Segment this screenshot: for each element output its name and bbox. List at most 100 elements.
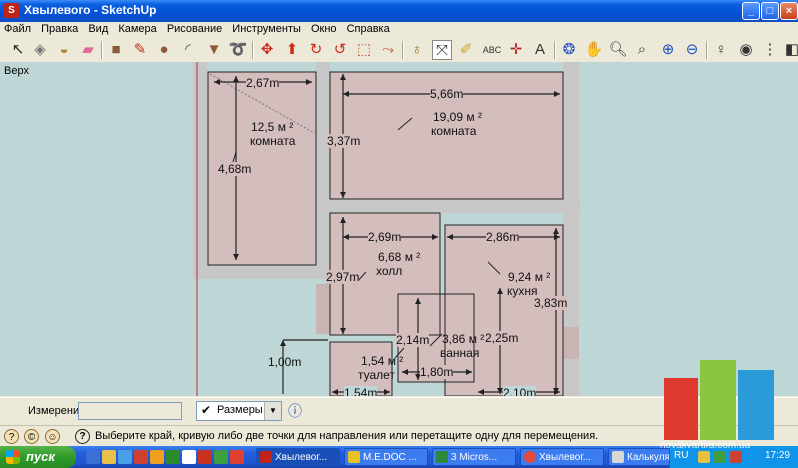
menu-view[interactable]: Вид xyxy=(84,22,111,35)
quicklaunch-icon[interactable] xyxy=(182,450,196,464)
main-toolbar: ↖ ◈ ◒ ▰ ■ ✎ ● ◜ ▼ ➰ ✥ ⬆ ↻ ↺ ⬚ ⤳ ♁ ⤧ ✐ AB… xyxy=(0,38,798,63)
geolocation-icon[interactable]: ? xyxy=(4,429,19,444)
room-area-label: 6,68 м ² xyxy=(378,250,421,264)
taskbar-item[interactable]: M.E.DOC ... xyxy=(344,448,428,466)
quicklaunch-icon[interactable] xyxy=(230,450,244,464)
room-name-label: кухня xyxy=(507,284,538,298)
credits-icon[interactable]: © xyxy=(24,429,39,444)
dimension-label: 2,67m xyxy=(246,76,280,90)
tape-measure-icon[interactable]: ♁ xyxy=(407,40,427,60)
dimension-label: 1,80m xyxy=(420,365,454,379)
taskbar-item[interactable]: Хвылевог... xyxy=(520,448,604,466)
room-name-label: туалет xyxy=(358,368,395,382)
logo-building-green xyxy=(700,360,736,440)
scale-tool-icon[interactable]: ⬚ xyxy=(354,40,374,60)
orbit-tool-icon[interactable]: ❂ xyxy=(559,40,579,60)
menu-tools[interactable]: Инструменты xyxy=(228,22,304,35)
menu-camera[interactable]: Камера xyxy=(114,22,159,35)
dimensions-dropdown[interactable]: ✔ Размеры ▼ xyxy=(196,401,282,421)
user-icon[interactable]: ☺ xyxy=(45,429,60,444)
room-name-label: комната xyxy=(431,124,477,138)
walk-tool-icon[interactable]: ⋮ xyxy=(760,40,780,60)
push-pull-icon[interactable]: ⬆ xyxy=(282,40,302,60)
room-name-label: комната xyxy=(250,134,296,148)
dimension-label: 2,25m xyxy=(485,331,519,345)
offset-tool-icon[interactable]: ⤳ xyxy=(378,40,398,60)
select-tool-icon[interactable]: ↖ xyxy=(8,40,28,60)
maximize-button[interactable]: □ xyxy=(761,2,779,20)
freehand-tool-icon[interactable]: ➰ xyxy=(228,40,248,60)
chevron-down-icon[interactable]: ▼ xyxy=(264,402,281,420)
help-icon[interactable]: ? xyxy=(75,429,90,444)
eraser-icon[interactable]: ▰ xyxy=(78,40,98,60)
calculator-icon xyxy=(612,451,624,463)
rotate-tool-icon[interactable]: ↻ xyxy=(306,40,326,60)
room-area-label: 3,86 м ² xyxy=(442,332,485,346)
measurements-input[interactable] xyxy=(78,402,182,420)
close-button[interactable]: × xyxy=(780,2,798,20)
follow-me-icon[interactable]: ↺ xyxy=(330,40,350,60)
position-camera-icon[interactable]: ♀ xyxy=(711,40,731,60)
logo-building-red xyxy=(664,378,698,440)
minimize-button[interactable]: _ xyxy=(742,2,760,20)
arc-tool-icon[interactable]: ◜ xyxy=(178,40,198,60)
quicklaunch-icon[interactable] xyxy=(102,450,116,464)
component-tool-icon[interactable]: ◈ xyxy=(30,40,50,60)
sketchup-app-icon xyxy=(260,451,272,463)
quicklaunch-icon[interactable] xyxy=(86,450,100,464)
menu-bar: Файл Правка Вид Камера Рисование Инструм… xyxy=(0,22,798,38)
quicklaunch-icon[interactable] xyxy=(198,450,212,464)
watermark-text: novakvartira.com.ua xyxy=(660,440,751,451)
previous-view-icon[interactable]: ⊖ xyxy=(682,40,702,60)
medoc-icon xyxy=(348,451,360,463)
rectangle-tool-icon[interactable]: ■ xyxy=(106,40,126,60)
quicklaunch-icon[interactable] xyxy=(118,450,132,464)
menu-edit[interactable]: Правка xyxy=(37,22,81,35)
dimension-label: 4,68m xyxy=(218,162,252,176)
menu-draw[interactable]: Рисование xyxy=(163,22,225,35)
quicklaunch-icon[interactable] xyxy=(166,450,180,464)
room-area-label: 12,5 м ² xyxy=(251,120,294,134)
checkmark-icon: ✔ xyxy=(201,403,212,417)
circle-tool-icon[interactable]: ● xyxy=(154,40,174,60)
taskbar-item[interactable]: 3 Micros... xyxy=(432,448,516,466)
quicklaunch-icon[interactable] xyxy=(150,450,164,464)
quicklaunch-icon[interactable] xyxy=(134,450,148,464)
dimension-label: 2,14m xyxy=(396,333,430,347)
instructor-icon[interactable]: ⓘ xyxy=(288,402,306,420)
zoom-tool-icon[interactable]: 🔍︎ xyxy=(608,40,628,60)
menu-window[interactable]: Окно xyxy=(307,22,340,35)
polygon-tool-icon[interactable]: ▼ xyxy=(204,40,224,60)
move-tool-icon[interactable]: ✥ xyxy=(257,40,277,60)
menu-help[interactable]: Справка xyxy=(343,22,393,35)
axes-tool-icon[interactable]: ✛ xyxy=(506,40,526,60)
dimension-label: 1,00m xyxy=(268,355,302,369)
look-around-icon[interactable]: ◉ xyxy=(736,40,756,60)
dimension-label: 2,10m xyxy=(503,386,537,396)
pan-tool-icon[interactable]: ✋ xyxy=(584,40,604,60)
dimension-tool-icon[interactable]: ⤧ xyxy=(432,40,452,60)
dimension-label: 2,97m xyxy=(326,270,360,284)
room-area-label: 1,54 м ² xyxy=(361,354,404,368)
dimension-label: 1,54m xyxy=(344,386,378,396)
drawing-area[interactable]: Верх 2,67m 5,66m 4,68m 3,37m 2,69m 2,86m… xyxy=(0,62,798,396)
window-title: Хвылевого - SketchUp xyxy=(24,3,157,17)
chrome-icon xyxy=(524,451,536,463)
3d-text-icon[interactable]: A xyxy=(530,40,550,60)
section-plane-icon[interactable]: ◧ xyxy=(782,40,798,60)
taskbar-item[interactable]: Хвылевог... xyxy=(256,448,340,466)
paint-bucket-icon[interactable]: ◒ xyxy=(54,40,74,60)
menu-file[interactable]: Файл xyxy=(0,22,34,35)
start-button[interactable]: пуск xyxy=(0,446,76,468)
sketchup-app-icon: S xyxy=(4,3,19,18)
text-tool-icon[interactable]: ABC xyxy=(482,40,502,60)
watermark-logo: novakvartira.com.ua xyxy=(660,360,780,460)
zoom-extents-icon[interactable]: ⊕ xyxy=(658,40,678,60)
zoom-window-icon[interactable]: ⌕ xyxy=(632,40,652,60)
windows-logo-icon xyxy=(6,450,20,464)
pencil-line-icon[interactable]: ✎ xyxy=(130,40,150,60)
dimension-label: 3,83m xyxy=(534,296,568,310)
logo-building-blue xyxy=(738,370,774,440)
protractor-icon[interactable]: ✐ xyxy=(456,40,476,60)
quicklaunch-icon[interactable] xyxy=(214,450,228,464)
